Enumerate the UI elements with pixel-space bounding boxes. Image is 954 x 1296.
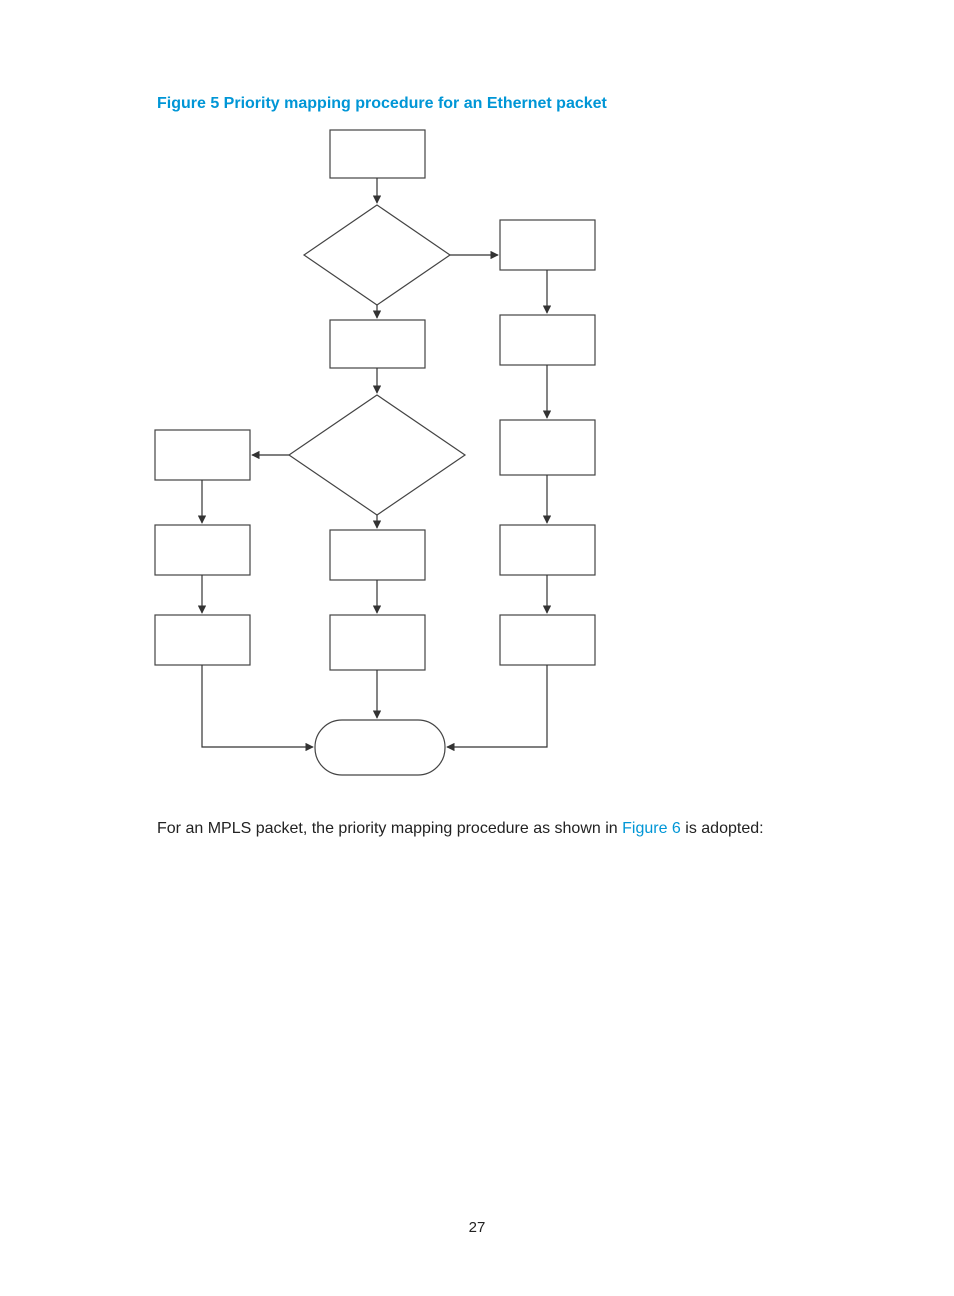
flow-node: [330, 615, 425, 670]
flow-node: [330, 320, 425, 368]
flow-node: [155, 430, 250, 480]
page: Figure 5 Priority mapping procedure for …: [0, 0, 954, 1296]
flow-node: [330, 530, 425, 580]
body-text: For an MPLS packet, the priority mapping…: [157, 820, 764, 838]
flowchart-diagram: [145, 120, 635, 800]
caption-text: For an MPLS packet, the priority mapping…: [157, 820, 622, 837]
flowchart-shapes: [155, 130, 595, 775]
flow-node: [155, 615, 250, 665]
flow-node: [155, 525, 250, 575]
flow-decision: [304, 205, 450, 305]
flow-node: [500, 420, 595, 475]
flow-node: [500, 525, 595, 575]
caption-text: is adopted:: [685, 820, 763, 837]
flow-terminator: [315, 720, 445, 775]
page-number: 27: [0, 1219, 954, 1236]
flow-node: [500, 315, 595, 365]
flow-node: [500, 615, 595, 665]
flow-arrow: [202, 665, 313, 747]
figure-link[interactable]: Figure 6: [622, 820, 681, 837]
flow-node: [500, 220, 595, 270]
flow-decision: [289, 395, 465, 515]
flow-node: [330, 130, 425, 178]
flow-arrow: [447, 665, 547, 747]
figure-title: Figure 5 Priority mapping procedure for …: [157, 95, 607, 113]
